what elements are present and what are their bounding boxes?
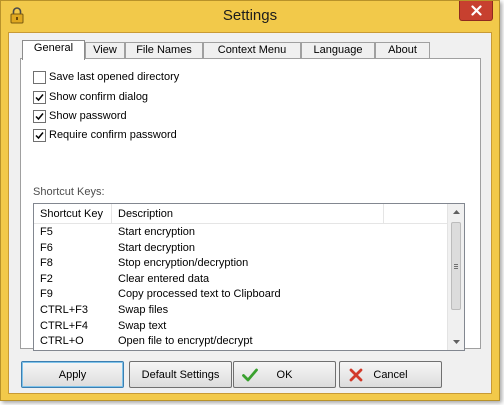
checkbox-label: Show confirm dialog — [49, 91, 149, 103]
description-cell: Clear entered data — [118, 272, 210, 285]
tab-context-menu-label: Context Menu — [217, 44, 287, 56]
ok-button[interactable]: OK — [233, 361, 336, 388]
apply-button-label: Apply — [58, 368, 87, 381]
cancel-button[interactable]: Cancel — [339, 361, 442, 388]
list-row[interactable]: F8 Stop encryption/decryption — [34, 256, 448, 272]
close-icon — [470, 5, 482, 16]
checkbox-box[interactable] — [33, 109, 46, 123]
general-tab-panel: Save last opened directory Show confirm … — [20, 58, 481, 351]
tab-general-label: General — [33, 42, 74, 54]
description-cell: Open file to encrypt/decrypt — [118, 335, 253, 348]
window-title: Settings — [222, 7, 278, 24]
shortcut-key-cell: CTRL+F3 — [40, 303, 88, 316]
description-cell: Copy processed text to Clipboard — [118, 288, 281, 301]
description-cell: Swap text — [118, 319, 167, 332]
list-row[interactable]: F6 Start decryption — [34, 241, 448, 257]
default-settings-button-label: Default Settings — [141, 368, 220, 381]
description-cell: Start decryption — [118, 241, 196, 254]
cancel-button-label: Cancel — [373, 368, 408, 381]
show-confirm-dialog-checkbox[interactable]: Show confirm dialog — [33, 90, 148, 104]
list-row[interactable]: CTRL+F3 Swap files — [34, 303, 448, 319]
dialog-body: General View File Names Context Menu Lan… — [8, 32, 492, 394]
description-cell: Start encryption — [118, 226, 196, 238]
show-password-checkbox[interactable]: Show password — [33, 109, 127, 123]
tab-language[interactable]: Language — [301, 42, 375, 59]
checkbox-box[interactable] — [33, 128, 46, 142]
scroll-down-button[interactable] — [448, 334, 464, 350]
grip-line — [454, 266, 458, 267]
shortcut-key-cell: F8 — [40, 257, 53, 270]
save-last-directory-checkbox[interactable]: Save last opened directory — [33, 70, 179, 84]
checkmark-icon — [35, 131, 44, 139]
tab-view-label: View — [93, 44, 117, 56]
cancel-x-icon — [349, 368, 363, 382]
list-row[interactable]: F5 Start encryption — [34, 225, 448, 241]
list-row[interactable]: F2 Clear entered data — [34, 272, 448, 288]
checkbox-box[interactable] — [33, 90, 46, 104]
tab-language-label: Language — [313, 44, 363, 56]
ok-button-label: OK — [276, 368, 293, 381]
close-button[interactable] — [459, 1, 493, 21]
default-settings-button[interactable]: Default Settings — [129, 361, 232, 388]
tab-context-menu[interactable]: Context Menu — [203, 42, 301, 59]
shortcut-key-cell: F2 — [40, 272, 53, 285]
checkbox-label: Require confirm password — [49, 129, 177, 141]
tab-about[interactable]: About — [375, 42, 430, 59]
chevron-down-icon — [452, 340, 460, 344]
tab-about-label: About — [388, 44, 417, 56]
grip-line — [454, 264, 458, 265]
chevron-up-icon — [452, 210, 460, 214]
shortcut-key-cell: F6 — [40, 241, 53, 254]
scroll-up-button[interactable] — [448, 204, 464, 220]
require-confirm-password-checkbox[interactable]: Require confirm password — [33, 128, 177, 142]
list-row[interactable]: F9 Copy processed text to Clipboard — [34, 287, 448, 303]
list-header: Shortcut Key Description — [34, 204, 448, 224]
list-rows: F5 Start encryption F6 Start decryption F8… — [34, 225, 448, 350]
shortcut-key-cell: F9 — [40, 288, 53, 301]
shortcut-key-cell: CTRL+O — [40, 335, 84, 348]
column-header-shortcut-key[interactable]: Shortcut Key — [34, 204, 112, 224]
shortcut-key-cell: CTRL+F4 — [40, 319, 88, 332]
column-header-description[interactable]: Description — [112, 204, 384, 224]
shortcut-keys-label: Shortcut Keys: — [33, 186, 105, 198]
checkmark-icon — [35, 112, 44, 120]
checkbox-box[interactable] — [33, 70, 46, 84]
title-bar[interactable]: Settings — [1, 1, 499, 31]
checkmark-icon — [242, 368, 258, 382]
shortcut-keys-list[interactable]: Shortcut Key Description F5 Start encrypt… — [33, 203, 465, 351]
tab-file-names[interactable]: File Names — [125, 42, 203, 59]
list-row[interactable]: CTRL+O Open file to encrypt/decrypt — [34, 334, 448, 350]
settings-window: Settings General View File Names Context… — [0, 0, 500, 401]
tab-general[interactable]: General — [22, 40, 85, 60]
checkbox-label: Show password — [49, 110, 127, 122]
shortcut-key-cell: F5 — [40, 226, 53, 238]
checkbox-label: Save last opened directory — [49, 71, 180, 83]
description-cell: Swap files — [118, 303, 169, 316]
apply-button[interactable]: Apply — [21, 361, 124, 388]
description-cell: Stop encryption/decryption — [118, 257, 249, 270]
grip-line — [454, 268, 458, 269]
list-row[interactable]: CTRL+F4 Swap text — [34, 319, 448, 335]
checkmark-icon — [35, 93, 44, 101]
tab-view[interactable]: View — [85, 42, 125, 59]
vertical-scrollbar[interactable] — [447, 204, 464, 350]
scroll-thumb[interactable] — [451, 222, 461, 310]
tab-file-names-label: File Names — [136, 44, 192, 56]
